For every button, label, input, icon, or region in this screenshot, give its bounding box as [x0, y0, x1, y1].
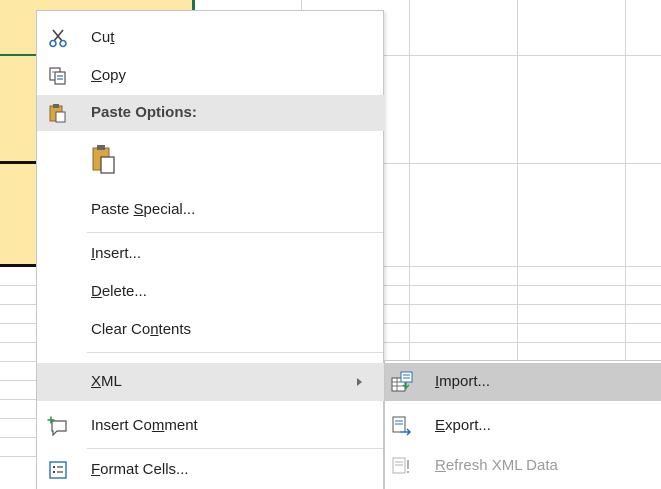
menu-item-clear-contents[interactable]: Clear Contents: [37, 311, 384, 349]
submenu-label-refresh-xml-data: Refresh XML Data: [435, 457, 558, 474]
context-menu: Cut Copy Paste Options: Paste Special...…: [36, 10, 384, 489]
submenu-item-import[interactable]: Import...: [385, 363, 661, 401]
paste-clipboard-icon: [91, 143, 117, 175]
menu-label-xml: XML: [91, 373, 122, 390]
range-border: [0, 161, 40, 164]
paste-option-keep[interactable]: [37, 133, 384, 185]
menu-item-insert-comment[interactable]: Insert Comment: [37, 407, 384, 445]
menu-item-format-cells[interactable]: Format Cells...: [37, 451, 384, 489]
active-cell-border: [0, 54, 40, 56]
submenu-label-export: Export...: [435, 417, 491, 434]
xml-export-icon: [391, 415, 413, 437]
menu-item-cut[interactable]: Cut: [37, 19, 384, 57]
xml-import-icon: [391, 371, 413, 393]
menu-item-insert[interactable]: Insert...: [37, 235, 384, 273]
submenu-label-import: Import...: [435, 373, 491, 390]
menu-item-xml[interactable]: XML: [37, 363, 384, 401]
clipboard-icon: [47, 102, 69, 124]
menu-item-copy[interactable]: Copy: [37, 57, 384, 95]
range-border: [0, 264, 40, 267]
menu-item-paste-special[interactable]: Paste Special...: [37, 191, 384, 229]
menu-label-insert: Insert...: [91, 245, 142, 262]
menu-separator: [87, 448, 383, 449]
menu-label-copy: Copy: [91, 67, 127, 84]
comment-icon: [47, 415, 69, 437]
paste-options-label: Paste Options:: [91, 104, 197, 121]
menu-item-delete[interactable]: Delete...: [37, 273, 384, 311]
submenu-item-export[interactable]: Export...: [385, 407, 661, 445]
menu-separator: [87, 352, 383, 353]
menu-label-format-cells: Format Cells...: [91, 461, 189, 478]
submenu-item-refresh-xml-data[interactable]: Refresh XML Data: [385, 447, 661, 485]
menu-label-clear-contents: Clear Contents: [91, 321, 192, 338]
xml-refresh-icon: [391, 455, 413, 477]
format-cells-icon: [47, 459, 69, 481]
submenu-arrow-icon: [357, 378, 362, 386]
menu-label-paste-special: Paste Special...: [91, 201, 196, 218]
xml-submenu: Import... Export... Refresh XML Data: [384, 360, 661, 489]
paste-options-header: Paste Options:: [37, 95, 384, 131]
menu-label-cut: Cut: [91, 29, 115, 46]
scissors-icon: [47, 27, 69, 49]
menu-separator: [87, 232, 383, 233]
menu-label-insert-comment: Insert Comment: [91, 417, 198, 434]
menu-label-delete: Delete...: [91, 283, 147, 300]
copy-icon: [47, 65, 69, 87]
